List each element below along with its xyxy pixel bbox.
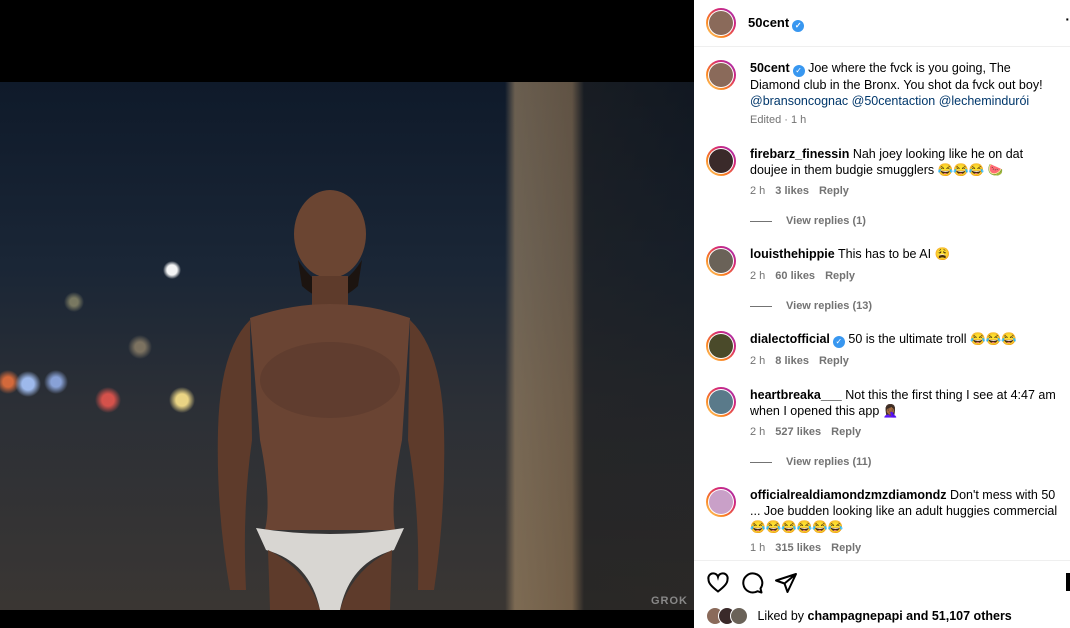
verified-badge-icon: ✓ — [832, 336, 845, 348]
comment-username[interactable]: heartbreaka___ — [750, 388, 842, 402]
share-icon[interactable] — [774, 571, 798, 595]
comment-time: 2 h — [750, 270, 766, 282]
commenter-avatar[interactable] — [706, 387, 736, 417]
comment-likes[interactable]: 315 likes — [775, 542, 821, 554]
comment-likes[interactable]: 60 likes — [775, 270, 815, 282]
view-replies-label: View replies (11) — [786, 456, 872, 468]
view-replies-button[interactable]: View replies (1) — [750, 215, 866, 227]
comment-username[interactable]: firebarz_finessin — [750, 147, 849, 161]
bookmark-icon[interactable] — [1066, 573, 1070, 591]
comment-username[interactable]: dialectofficial — [750, 332, 830, 346]
reply-button[interactable]: Reply — [831, 426, 861, 438]
comment-icon[interactable] — [740, 571, 764, 595]
commenter-avatar[interactable] — [706, 246, 736, 276]
comment-time: 2 h — [750, 426, 766, 438]
liked-by-prefix: Liked by — [757, 609, 808, 623]
comment-username[interactable]: officialrealdiamondzmzdiamondz — [750, 488, 947, 502]
comment-text: This has to be AI 😩 — [837, 247, 951, 261]
comment-time: 2 h — [750, 355, 766, 367]
author-username[interactable]: 50cent — [748, 15, 789, 30]
caption-text: Joe where the fvck is you going, The Dia… — [750, 61, 1043, 92]
comment-username[interactable]: louisthehippie — [750, 247, 835, 261]
view-replies-button[interactable]: View replies (13) — [750, 300, 872, 312]
post-photo[interactable]: GROK — [0, 82, 694, 610]
comment-likes[interactable]: 8 likes — [775, 355, 809, 367]
comment-time: 2 h — [750, 185, 766, 197]
caption-meta: Edited · 1 h — [750, 114, 807, 126]
comment-text: 50 is the ultimate troll 😂😂😂 — [848, 332, 1017, 346]
man-in-underwear-figure — [217, 190, 445, 610]
view-replies-label: View replies (13) — [786, 300, 873, 312]
commenter-avatar[interactable] — [706, 487, 736, 517]
post-side-panel: 50cent ✓ · 50cent ✓ Joe where the fvck is … — [694, 0, 1070, 628]
reply-button[interactable]: Reply — [819, 185, 849, 197]
reply-button[interactable]: Reply — [819, 355, 849, 367]
verified-badge-icon: ✓ — [792, 20, 805, 32]
view-replies-label: View replies (1) — [786, 215, 866, 227]
comment-time: 1 h — [750, 542, 766, 554]
author-avatar[interactable] — [706, 8, 736, 38]
caption-mentions[interactable]: @bransoncognac @50centaction @lechemindu… — [750, 94, 1029, 108]
liked-by-count[interactable]: and 51,107 others — [903, 609, 1012, 623]
media-pane: GROK — [0, 0, 694, 628]
grok-watermark: GROK — [651, 595, 688, 607]
instagram-post-viewer: GROK 50cent ✓ · 50cent ✓ Joe where the fvc… — [0, 0, 1070, 628]
liker-avatar — [730, 607, 748, 625]
view-replies-button[interactable]: View replies (11) — [750, 456, 871, 468]
post-header: 50cent ✓ · — [694, 0, 1070, 47]
caption-avatar[interactable] — [706, 60, 736, 90]
comment-likes[interactable]: 3 likes — [775, 185, 809, 197]
post-actions: Liked by champagnepapi and 51,107 others — [694, 560, 1070, 628]
liked-by-username[interactable]: champagnepapi — [808, 609, 903, 623]
likes-summary[interactable]: Liked by champagnepapi and 51,107 others — [706, 607, 1012, 625]
commenter-avatar[interactable] — [706, 146, 736, 176]
reply-button[interactable]: Reply — [831, 542, 861, 554]
heart-icon[interactable] — [706, 571, 730, 595]
comment-likes[interactable]: 527 likes — [775, 426, 821, 438]
reply-button[interactable]: Reply — [825, 270, 855, 282]
more-icon[interactable]: · — [1065, 12, 1070, 26]
verified-badge-icon: ✓ — [792, 65, 805, 77]
caption-username[interactable]: 50cent — [750, 61, 790, 75]
commenter-avatar[interactable] — [706, 331, 736, 361]
